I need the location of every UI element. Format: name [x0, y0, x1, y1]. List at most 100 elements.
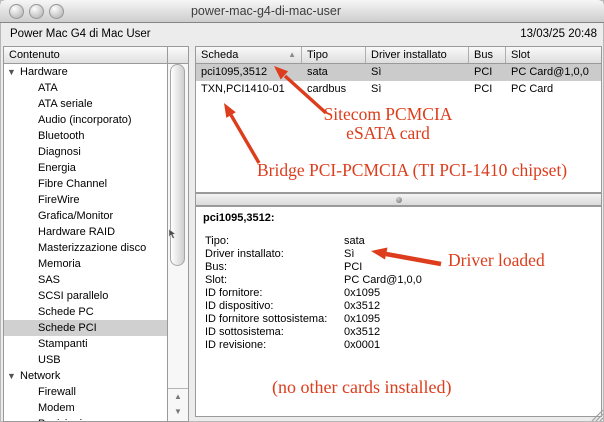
detail-row-tipo: Tipo: sata	[196, 235, 601, 248]
sidebar-item-usb[interactable]: USB	[4, 352, 167, 368]
table-cell: sata	[307, 66, 328, 78]
sidebar-item-label: SCSI parallelo	[38, 290, 109, 302]
table-cell: PCI	[474, 66, 493, 78]
sidebar-item-label: Modem	[38, 402, 75, 414]
title-bar[interactable]: power-mac-g4-di-mac-user	[0, 0, 604, 23]
sidebar-item-stampanti[interactable]: Stampanti	[4, 336, 167, 352]
sidebar-item-label: Schede PCI	[38, 322, 97, 334]
sidebar-item-modem[interactable]: Modem	[4, 400, 167, 416]
column-header-scheda[interactable]: Scheda ▲	[196, 47, 302, 63]
detail-row-id-revisione: ID revisione: 0x0001	[196, 339, 601, 352]
sidebar-item-label: ATA seriale	[38, 98, 93, 110]
detail-label: ID dispositivo:	[205, 300, 274, 312]
detail-row-slot: Slot: PC Card@1,0,0	[196, 274, 601, 287]
sidebar-item-schede-pc[interactable]: Schede PC	[4, 304, 167, 320]
window-title: power-mac-g4-di-mac-user	[190, 4, 342, 18]
computer-name: Power Mac G4 di Mac User	[10, 28, 151, 40]
sidebar-item-label: Firewall	[38, 386, 76, 398]
detail-label: ID fornitore:	[205, 287, 263, 299]
sidebar-item-masterizzazione-disco[interactable]: Masterizzazione disco	[4, 240, 167, 256]
sidebar-group-network[interactable]: ▼ Network	[4, 368, 167, 384]
sidebar-item-label: Energia	[38, 162, 76, 174]
detail-row-id-fornitore: ID fornitore: 0x1095	[196, 287, 601, 300]
sidebar-item-bluetooth[interactable]: Bluetooth	[4, 128, 167, 144]
splitter-grip-icon[interactable]	[396, 197, 402, 203]
sidebar-item-label: Memoria	[38, 258, 81, 270]
table-cell: TXN,PCI1410-01	[201, 83, 285, 95]
table-header: Scheda ▲ Tipo Driver installato Bus Slot	[196, 47, 601, 64]
detail-title: pci1095,3512:	[203, 212, 275, 224]
sidebar-group-hardware[interactable]: ▼ Hardware	[4, 64, 167, 80]
disclosure-triangle-icon[interactable]: ▼	[7, 64, 16, 80]
detail-row-id-sottosistema: ID sottosistema: 0x3512	[196, 326, 601, 339]
scrollbar-thumb[interactable]	[170, 64, 185, 266]
sidebar-item-scsi-parallelo[interactable]: SCSI parallelo	[4, 288, 167, 304]
detail-value: 0x1095	[344, 313, 381, 325]
column-header-label: Scheda	[201, 49, 239, 61]
detail-value: PCI	[344, 261, 363, 273]
scroll-up-icon[interactable]: ▲	[168, 389, 188, 404]
column-header-tipo[interactable]: Tipo	[302, 47, 366, 63]
scroll-down-icon[interactable]: ▼	[168, 404, 188, 419]
sidebar-item-posizioni[interactable]: Posizioni	[4, 416, 167, 421]
sidebar-item-label: FireWire	[38, 194, 80, 206]
sidebar-item-grafica-monitor[interactable]: Grafica/Monitor	[4, 208, 167, 224]
detail-label: ID fornitore sottosistema:	[205, 313, 328, 325]
detail-value: 0x0001	[344, 339, 381, 351]
annotation-no-other-cards: (no other cards installed)	[272, 377, 452, 397]
sidebar-item-schede-pci[interactable]: Schede PCI	[4, 320, 167, 336]
contents-sidebar: Contenuto ▼ Hardware ATA ATA seriale Audio (…	[3, 46, 189, 422]
sidebar-item-energia[interactable]: Energia	[4, 160, 167, 176]
sidebar-header-corner	[167, 47, 188, 63]
disclosure-triangle-icon[interactable]: ▼	[7, 368, 16, 384]
detail-label: ID sottosistema:	[205, 326, 284, 338]
detail-value: 0x3512	[344, 300, 381, 312]
sidebar-item-ata[interactable]: ATA	[4, 80, 167, 96]
sidebar-group-label: Network	[20, 370, 61, 382]
sort-ascending-icon: ▲	[288, 50, 296, 59]
annotation-sitecom: Sitecom PCMCIA eSATA card	[308, 105, 468, 142]
sidebar-group-label: Hardware	[20, 66, 68, 78]
sidebar-list: ▼ Hardware ATA ATA seriale Audio (incorporat…	[4, 64, 167, 421]
sidebar-item-label: Stampanti	[38, 338, 88, 350]
table-cell: PCI	[474, 83, 493, 95]
detail-value: PC Card@1,0,0	[344, 274, 422, 286]
sidebar-item-fibre-channel[interactable]: Fibre Channel	[4, 176, 167, 192]
sidebar-item-firewire[interactable]: FireWire	[4, 192, 167, 208]
sidebar-item-audio-incorporato[interactable]: Audio (incorporato)	[4, 112, 167, 128]
table-cell: pci1095,3512	[201, 66, 268, 78]
table-cell: cardbus	[307, 83, 347, 95]
sidebar-item-diagnosi[interactable]: Diagnosi	[4, 144, 167, 160]
detail-label: Slot:	[205, 274, 228, 286]
sidebar-item-hardware-raid[interactable]: Hardware RAID	[4, 224, 167, 240]
annotation-sitecom-line1: Sitecom PCMCIA	[323, 104, 453, 124]
sidebar-item-label: Bluetooth	[38, 130, 85, 142]
sidebar-item-label: Grafica/Monitor	[38, 210, 114, 222]
table-cell: Sì	[371, 66, 382, 78]
column-header-label: Bus	[474, 49, 493, 61]
annotation-bridge: Bridge PCI-PCMCIA (TI PCI-1410 chipset)	[257, 160, 568, 180]
table-row-pci1095-3512[interactable]: pci1095,3512 sata Sì PCI PC Card@1,0,0	[196, 64, 601, 81]
sidebar-item-label: Schede PC	[38, 306, 94, 318]
sidebar-item-label: ATA	[38, 82, 58, 94]
column-header-label: Driver installato	[371, 49, 447, 61]
detail-label: Tipo:	[205, 235, 230, 247]
detail-value: Sì	[344, 248, 355, 260]
column-header-slot[interactable]: Slot	[506, 47, 601, 63]
sidebar-scrollbar[interactable]: ▲ ▼	[167, 64, 188, 421]
table-row-txn-pci1410-01[interactable]: TXN,PCI1410-01 cardbus Sì PCI PC Card	[196, 81, 601, 98]
sidebar-item-memoria[interactable]: Memoria	[4, 256, 167, 272]
column-header-bus[interactable]: Bus	[469, 47, 506, 63]
annotation-sitecom-line2: eSATA card	[346, 122, 430, 143]
sidebar-item-sas[interactable]: SAS	[4, 272, 167, 288]
sidebar-item-firewall[interactable]: Firewall	[4, 384, 167, 400]
column-header-driver-installato[interactable]: Driver installato	[366, 47, 469, 63]
detail-row-id-fornitore-sottosistema: ID fornitore sottosistema: 0x1095	[196, 313, 601, 326]
sidebar-item-ata-seriale[interactable]: ATA seriale	[4, 96, 167, 112]
system-profiler-window: power-mac-g4-di-mac-user Power Mac G4 di…	[0, 0, 604, 422]
pane-splitter[interactable]	[195, 193, 602, 206]
table-cell: PC Card	[511, 83, 554, 95]
detail-label: ID revisione:	[205, 339, 267, 351]
sidebar-item-label: Diagnosi	[38, 146, 81, 158]
sidebar-header: Contenuto	[4, 47, 188, 64]
